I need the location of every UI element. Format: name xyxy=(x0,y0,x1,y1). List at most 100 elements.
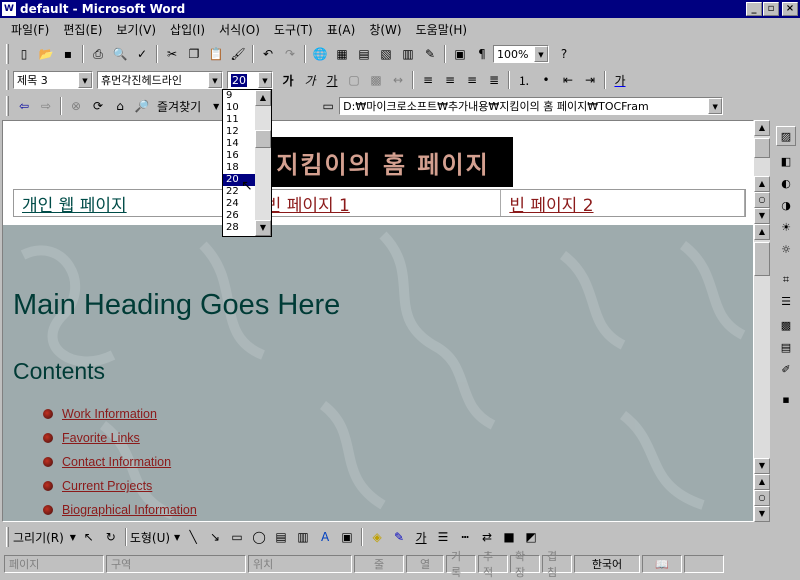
chevron-down-icon[interactable]: ▼ xyxy=(78,72,92,88)
list-item[interactable]: Current Projects xyxy=(43,479,152,493)
open-folder-icon[interactable]: 📂 xyxy=(35,43,57,65)
picture-icon[interactable]: ▨ xyxy=(776,126,796,146)
text-wrapping-icon[interactable]: ▩ xyxy=(776,316,796,336)
align-left-icon[interactable]: ≡ xyxy=(417,69,439,91)
select-browse-object-icon[interactable]: ○ xyxy=(754,192,770,208)
font-color-icon[interactable]: 가 xyxy=(410,526,432,548)
scroll-up-icon[interactable]: ▲ xyxy=(255,90,271,106)
char-border-icon[interactable]: ▢ xyxy=(343,69,365,91)
menu-tools[interactable]: 도구(T) xyxy=(267,21,320,38)
menu-format[interactable]: 서식(O) xyxy=(212,21,267,38)
nav-link-blank-1[interactable]: 빈 페이지 1 xyxy=(258,190,502,216)
minimize-button[interactable]: _ xyxy=(746,2,762,16)
cut-icon[interactable]: ✂ xyxy=(161,43,183,65)
favorites-menu[interactable]: 즐겨찾기 xyxy=(157,98,201,115)
print-preview-icon[interactable]: 🔍 xyxy=(109,43,131,65)
back-icon[interactable]: ⇦ xyxy=(13,95,35,117)
spelling-status-icon[interactable]: 📖 xyxy=(642,555,682,573)
line-color-icon[interactable]: ✎ xyxy=(388,526,410,548)
bold-icon[interactable]: 가 xyxy=(277,69,299,91)
status-overtype[interactable]: 겹침 xyxy=(542,550,572,579)
oval-icon[interactable]: ◯ xyxy=(248,526,270,548)
style-combo[interactable]: 제목 3 ▼ xyxy=(13,71,93,89)
menu-edit[interactable]: 편집(E) xyxy=(56,21,109,38)
menu-help[interactable]: 도움말(H) xyxy=(409,21,475,38)
chevron-down-icon[interactable]: ▼ xyxy=(258,72,272,88)
select-browse-object-icon[interactable]: ○ xyxy=(754,490,770,506)
document-map-icon[interactable]: ▣ xyxy=(449,43,471,65)
wordart-icon[interactable]: A xyxy=(314,526,336,548)
vertical-scrollbar[interactable]: ▲ ▲ ○ ▼ ▲ ▼ ▲ ○ ▼ xyxy=(754,120,770,522)
insert-table-icon[interactable]: ▤ xyxy=(353,43,375,65)
vertical-text-box-icon[interactable]: ▥ xyxy=(292,526,314,548)
font-size-option[interactable]: 11 xyxy=(223,114,255,126)
drawing-icon[interactable]: ✎ xyxy=(419,43,441,65)
font-size-option[interactable]: 28 xyxy=(223,222,255,234)
columns-icon[interactable]: ▥ xyxy=(397,43,419,65)
font-size-option[interactable]: 9 xyxy=(223,90,255,102)
chevron-down-icon[interactable]: ▼ xyxy=(172,526,182,548)
reset-picture-icon[interactable]: ▪ xyxy=(776,390,796,410)
less-contrast-icon[interactable]: ◑ xyxy=(776,196,796,216)
menu-insert[interactable]: 삽입(I) xyxy=(163,21,212,38)
list-item[interactable]: Contact Information xyxy=(43,455,171,469)
status-extend[interactable]: 확장 xyxy=(510,550,540,579)
insert-excel-icon[interactable]: ▧ xyxy=(375,43,397,65)
fill-color-icon[interactable]: ◈ xyxy=(366,526,388,548)
font-size-dropdown[interactable]: 9 10 11 12 14 16 18 20 22 24 26 28 ▲ ▼ ↖ xyxy=(222,89,272,237)
scroll-thumb[interactable] xyxy=(255,130,271,148)
font-size-combo[interactable]: 20 ▼ xyxy=(227,71,273,89)
show-hide-icon[interactable]: ¶ xyxy=(471,43,493,65)
char-scale-icon[interactable]: ↔ xyxy=(387,69,409,91)
help-icon[interactable]: ? xyxy=(553,43,575,65)
font-size-option[interactable]: 14 xyxy=(223,138,255,150)
copy-icon[interactable]: ❐ xyxy=(183,43,205,65)
menu-view[interactable]: 보기(V) xyxy=(109,21,163,38)
autoshapes-menu[interactable]: 도형(U) xyxy=(130,529,170,546)
toolbar-grip[interactable] xyxy=(6,527,9,547)
less-brightness-icon[interactable]: ☼ xyxy=(776,240,796,260)
stop-icon[interactable]: ⊗ xyxy=(65,95,87,117)
scroll-down-icon[interactable]: ▼ xyxy=(255,220,271,236)
save-icon[interactable]: ▪ xyxy=(57,43,79,65)
font-size-option[interactable]: 24 xyxy=(223,198,255,210)
show-only-web-toolbar-icon[interactable]: ▭ xyxy=(317,95,339,117)
chevron-down-icon[interactable]: ▼ xyxy=(68,526,78,548)
line-icon[interactable]: ╲ xyxy=(182,526,204,548)
refresh-icon[interactable]: ⟳ xyxy=(87,95,109,117)
image-control-icon[interactable]: ◧ xyxy=(776,152,796,172)
new-document-icon[interactable]: ▯ xyxy=(13,43,35,65)
underline-icon[interactable]: 가 xyxy=(321,69,343,91)
zoom-combo[interactable]: 100% ▼ xyxy=(493,45,549,63)
list-item[interactable]: Biographical Information xyxy=(43,503,197,517)
print-icon[interactable]: ⎙ xyxy=(87,43,109,65)
font-size-option[interactable]: 18 xyxy=(223,162,255,174)
shadow-icon[interactable]: ■ xyxy=(498,526,520,548)
home-icon[interactable]: ⌂ xyxy=(109,95,131,117)
dash-style-icon[interactable]: ┅ xyxy=(454,526,476,548)
close-button[interactable]: × xyxy=(782,2,798,16)
numbering-icon[interactable]: ⒈ xyxy=(513,69,535,91)
list-item[interactable]: Work Information xyxy=(43,407,157,421)
3d-icon[interactable]: ◩ xyxy=(520,526,542,548)
toolbar-grip[interactable] xyxy=(6,96,9,116)
scroll-thumb[interactable] xyxy=(754,138,770,158)
paste-icon[interactable]: 📋 xyxy=(205,43,227,65)
word-app-icon[interactable]: W xyxy=(2,2,16,16)
format-picture-icon[interactable]: ▤ xyxy=(776,338,796,358)
justify-icon[interactable]: ≣ xyxy=(483,69,505,91)
font-size-option[interactable]: 26 xyxy=(223,210,255,222)
arrow-style-icon[interactable]: ⇄ xyxy=(476,526,498,548)
status-track[interactable]: 추적 xyxy=(478,550,508,579)
next-page-icon[interactable]: ▼ xyxy=(754,506,770,522)
scroll-up-icon[interactable]: ▲ xyxy=(754,224,770,240)
select-objects-icon[interactable]: ↖ xyxy=(78,526,100,548)
menu-table[interactable]: 표(A) xyxy=(320,21,363,38)
list-item[interactable]: Favorite Links xyxy=(43,431,140,445)
text-box-icon[interactable]: ▤ xyxy=(270,526,292,548)
font-size-option[interactable]: 16 xyxy=(223,150,255,162)
scroll-down-icon[interactable]: ▼ xyxy=(754,458,770,474)
scroll-up-icon[interactable]: ▲ xyxy=(754,120,770,136)
status-record[interactable]: 기록 xyxy=(446,550,476,579)
rectangle-icon[interactable]: ▭ xyxy=(226,526,248,548)
